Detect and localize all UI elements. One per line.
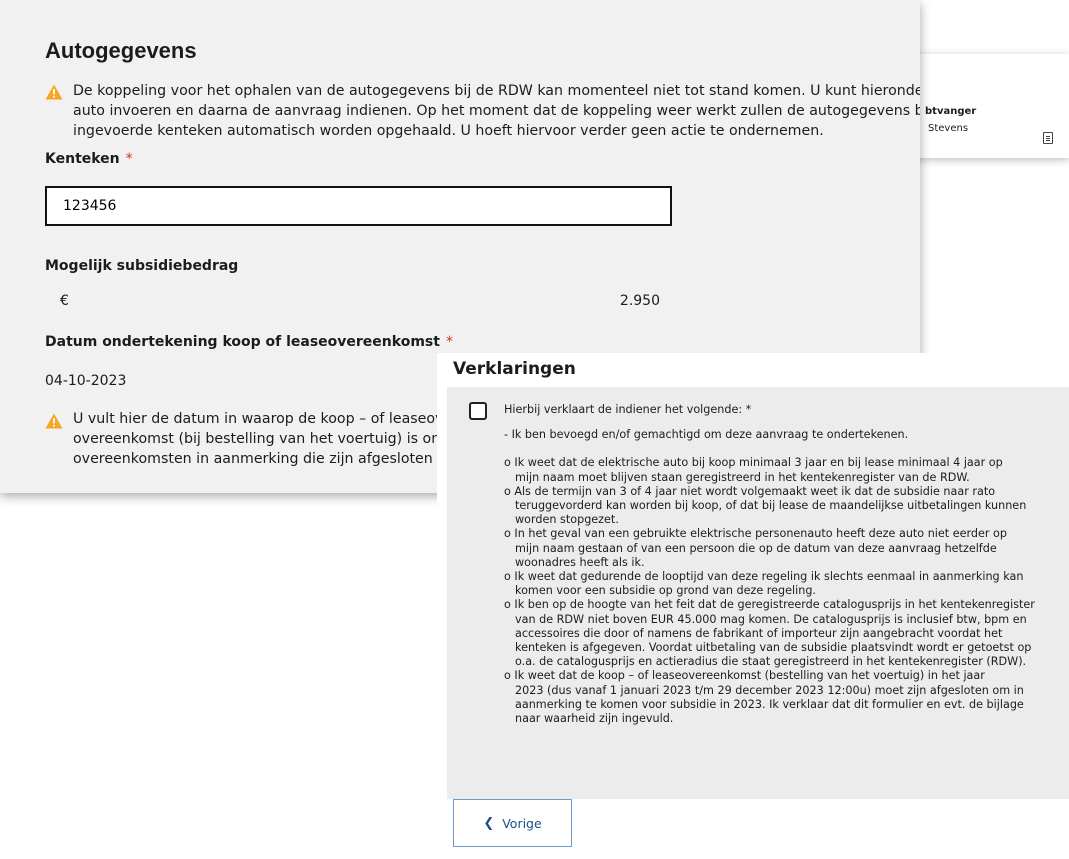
declaration-item: o Ik weet dat de elektrische auto bij ko… [504, 456, 1064, 484]
declaration-line: woonadres heeft als ik. [515, 555, 645, 569]
verklaringen-panel: Verklaringen Hierbij verklaart de indien… [437, 353, 1069, 859]
card-label: btvanger [925, 106, 977, 117]
background-card: btvanger Stevens [905, 54, 1069, 158]
declaration-item: o Als de termijn van 3 of 4 jaar niet wo… [504, 485, 1064, 528]
declaration-line: o Ik weet dat gedurende de looptijd van … [504, 570, 1024, 584]
declaration-line: o.a. de catalogusprijs en actieradius di… [515, 655, 1027, 669]
kenteken-label: Kenteken * [45, 151, 133, 167]
subsidie-amount: 2.950 [619, 293, 660, 309]
declaration-line: accessoires die door of namens de fabrik… [515, 626, 1003, 640]
notice-line: overeenkomsten in aanmerking die zijn af… [73, 451, 446, 467]
declaration-line: aanmerking te komen voor subsidie in 202… [515, 697, 1024, 711]
back-button[interactable]: ❮ Vorige [453, 799, 572, 847]
declaration-line: mijn naam gestaan of van een persoon die… [515, 541, 997, 555]
card-name: Stevens [928, 123, 969, 134]
rdw-notice: De koppeling voor het ophalen van de aut… [73, 81, 920, 141]
notice-line: ingevoerde kenteken automatisch worden o… [73, 123, 824, 139]
datum-value[interactable]: 04-10-2023 [45, 373, 126, 389]
section-title: Autogegevens [45, 38, 197, 63]
required-mark: * [125, 151, 133, 167]
datum-notice: U vult hier de datum in waarop de koop –… [73, 409, 446, 469]
currency-symbol: € [60, 293, 69, 309]
required-mark: * [445, 334, 453, 350]
back-button-label: Vorige [502, 815, 542, 831]
declaration-intro: Hierbij verklaart de indiener het volgen… [504, 403, 752, 416]
declaration-line: van de RDW niet boven EUR 45.000 mag kom… [515, 612, 1027, 626]
notice-line: overeenkomst (bij bestelling van het voe… [73, 431, 441, 447]
declaration-line: mijn naam moet blijven staan geregistree… [515, 470, 970, 484]
declaration-item: o Ik weet dat de koop – of leaseovereenk… [504, 669, 1064, 726]
notice-line: De koppeling voor het ophalen van de aut… [73, 83, 920, 99]
declaration-line: kenteken is afgegeven. Voordat uitbetali… [515, 641, 1032, 655]
verklaringen-title: Verklaringen [453, 359, 576, 379]
kenteken-input[interactable] [45, 186, 672, 226]
datum-label-text: Datum ondertekening koop of leaseovereen… [45, 334, 440, 350]
subsidie-label: Mogelijk subsidiebedrag [45, 258, 239, 274]
declaration-item: o In het geval van een gebruikte elektri… [504, 527, 1064, 570]
declaration-checkbox[interactable] [469, 402, 487, 420]
document-icon[interactable] [1043, 132, 1053, 144]
declaration-item: - Ik ben bevoegd en/of gemachtigd om dez… [504, 428, 909, 442]
warning-triangle-icon [45, 413, 63, 429]
declaration-line: 2023 (dus vanaf 1 januari 2023 t/m 29 de… [515, 683, 1024, 697]
declaration-line: o Als de termijn van 3 of 4 jaar niet wo… [504, 484, 996, 498]
chevron-left-icon: ❮ [483, 815, 495, 831]
declaration-box: Hierbij verklaart de indiener het volgen… [447, 387, 1069, 799]
declaration-text: Hierbij verklaart de indiener het volgen… [504, 403, 1064, 726]
notice-line: U vult hier de datum in waarop de koop –… [73, 411, 444, 427]
declaration-line: o Ik weet dat de koop – of leaseovereenk… [504, 669, 985, 683]
warning-triangle-icon [45, 84, 63, 100]
declaration-line: teruggevorderd kan worden bij koop, of d… [515, 499, 1027, 513]
declaration-line: worden stopgezet. [515, 513, 619, 527]
datum-label: Datum ondertekening koop of leaseovereen… [45, 334, 453, 350]
notice-line: auto invoeren en daarna de aanvraag indi… [73, 103, 920, 119]
declaration-line: komen voor een subsidie op grond van dez… [515, 584, 816, 598]
declaration-line: o In het geval van een gebruikte elektri… [504, 527, 1007, 541]
declaration-item: o Ik weet dat gedurende de looptijd van … [504, 570, 1064, 598]
declaration-line: o Ik ben op de hoogte van het feit dat d… [504, 598, 1035, 612]
declaration-line: o Ik weet dat de elektrische auto bij ko… [504, 456, 1003, 470]
declaration-line: naar waarheid zijn ingevuld. [515, 712, 674, 726]
kenteken-label-text: Kenteken [45, 151, 120, 167]
declaration-item: o Ik ben op de hoogte van het feit dat d… [504, 598, 1064, 669]
